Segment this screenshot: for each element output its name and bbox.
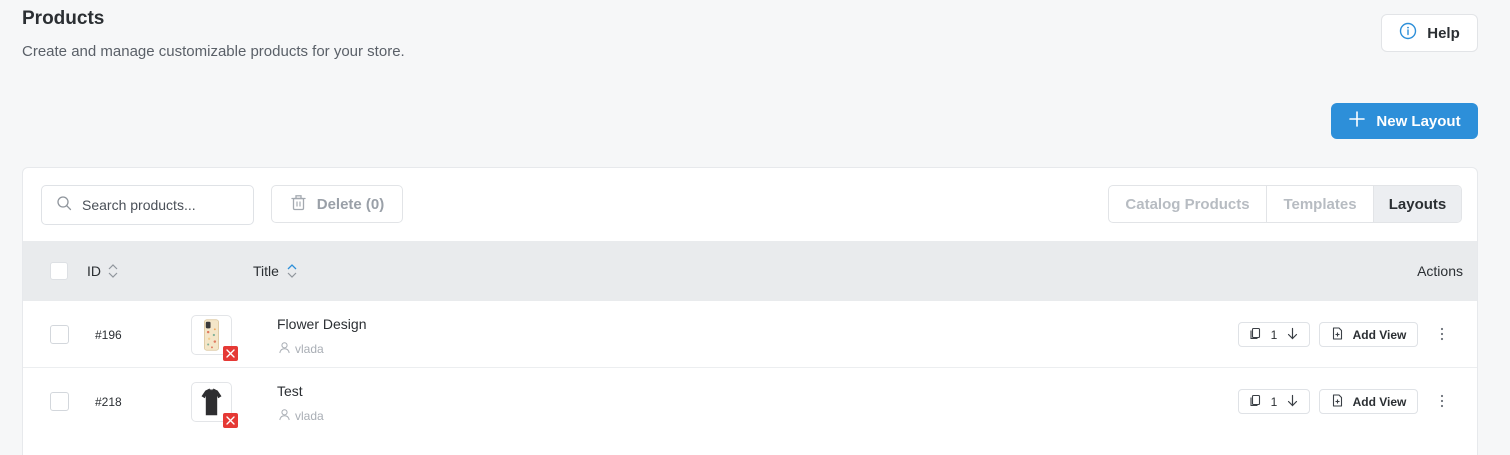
select-all-checkbox[interactable] xyxy=(50,262,68,280)
add-view-label: Add View xyxy=(1352,327,1407,342)
trash-icon xyxy=(290,194,307,215)
sort-icon[interactable] xyxy=(107,260,119,282)
row-checkbox[interactable] xyxy=(50,392,69,411)
delete-button[interactable]: Delete (0) xyxy=(271,185,403,223)
delete-label: Delete (0) xyxy=(316,195,385,213)
sort-icon[interactable] xyxy=(286,260,298,282)
page-title: Products xyxy=(22,8,105,29)
file-plus-icon xyxy=(1331,326,1344,343)
row-id: #218 xyxy=(95,395,122,409)
user-icon xyxy=(278,341,291,357)
row-id: #196 xyxy=(95,328,122,342)
column-header-title[interactable]: Title xyxy=(253,263,279,279)
page-subtitle: Create and manage customizable products … xyxy=(22,43,405,60)
user-icon xyxy=(278,408,291,424)
table-row[interactable]: #218 Test vlada 1 Add View xyxy=(23,368,1477,435)
owner-name: vlada xyxy=(295,342,324,356)
search-icon xyxy=(56,195,72,216)
new-layout-button[interactable]: New Layout xyxy=(1331,103,1478,139)
close-icon[interactable] xyxy=(223,346,238,361)
new-layout-label: New Layout xyxy=(1376,112,1461,130)
help-label: Help xyxy=(1427,24,1460,42)
info-icon xyxy=(1399,22,1417,44)
products-card: Delete (0) Catalog Products Templates La… xyxy=(22,167,1478,455)
close-icon[interactable] xyxy=(223,413,238,428)
table-row[interactable]: #196 Flower Design vlada 1 Add View xyxy=(23,301,1477,368)
views-count: 1 xyxy=(1270,327,1278,342)
row-owner: vlada xyxy=(278,408,324,424)
plus-icon xyxy=(1348,110,1366,132)
help-button[interactable]: Help xyxy=(1381,14,1478,52)
views-count: 1 xyxy=(1270,394,1278,409)
arrow-down-icon xyxy=(1286,327,1299,343)
row-owner: vlada xyxy=(278,341,324,357)
arrow-down-icon xyxy=(1286,394,1299,410)
row-checkbox[interactable] xyxy=(50,325,69,344)
row-title[interactable]: Test xyxy=(277,383,303,399)
search-box[interactable] xyxy=(41,185,254,225)
add-view-label: Add View xyxy=(1352,394,1407,409)
file-plus-icon xyxy=(1331,393,1344,410)
tab-catalog-products[interactable]: Catalog Products xyxy=(1109,186,1267,222)
owner-name: vlada xyxy=(295,409,324,423)
add-view-button[interactable]: Add View xyxy=(1319,322,1418,347)
row-title[interactable]: Flower Design xyxy=(277,316,366,332)
search-input[interactable] xyxy=(82,197,232,213)
copy-icon xyxy=(1249,327,1262,343)
copy-icon xyxy=(1249,394,1262,410)
more-options-icon[interactable] xyxy=(1435,391,1449,411)
table-header: ID Title Actions xyxy=(23,241,1477,301)
tab-layouts[interactable]: Layouts xyxy=(1374,186,1461,222)
column-header-actions: Actions xyxy=(1417,263,1463,279)
more-options-icon[interactable] xyxy=(1435,324,1449,344)
tab-templates[interactable]: Templates xyxy=(1267,186,1374,222)
column-header-id[interactable]: ID xyxy=(87,263,101,279)
add-view-button[interactable]: Add View xyxy=(1319,389,1418,414)
views-count-button[interactable]: 1 xyxy=(1238,322,1310,347)
view-tabs: Catalog Products Templates Layouts xyxy=(1108,185,1462,223)
views-count-button[interactable]: 1 xyxy=(1238,389,1310,414)
